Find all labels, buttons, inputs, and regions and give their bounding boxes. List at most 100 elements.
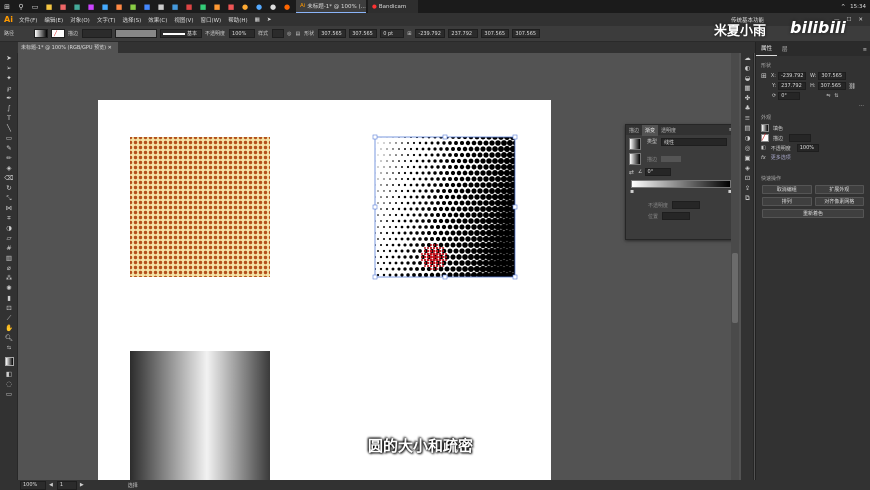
tray-icons[interactable]: ⌃: [838, 2, 848, 12]
artboard-tool-icon[interactable]: ⊡: [0, 303, 18, 313]
stroke-weight-field[interactable]: [82, 29, 113, 38]
app-icon[interactable]: ■: [226, 2, 236, 12]
brushes-icon[interactable]: ✤: [741, 93, 754, 103]
stroke-swatch[interactable]: ╱: [761, 134, 769, 142]
opacity-field[interactable]: [672, 201, 701, 209]
paintbrush-tool-icon[interactable]: ✎: [0, 143, 18, 153]
width-field[interactable]: 307.565: [318, 29, 347, 38]
rotate-tool-icon[interactable]: ↻: [0, 183, 18, 193]
layers-icon[interactable]: ◈: [741, 163, 754, 173]
brush-style-field[interactable]: 基本: [160, 29, 203, 38]
symbol-sprayer-icon[interactable]: ✺: [0, 283, 18, 293]
variable-width-field[interactable]: [115, 29, 158, 38]
perspective-grid-icon[interactable]: ▱: [0, 233, 18, 243]
expand-appearance-button[interactable]: 扩展外观: [814, 185, 864, 194]
fill-swatch[interactable]: [34, 29, 49, 38]
app-icon[interactable]: ■: [58, 2, 68, 12]
tab-layers[interactable]: 层: [777, 42, 793, 56]
y-field[interactable]: 237.792: [448, 29, 479, 38]
align-icon[interactable]: ▤: [295, 31, 300, 37]
graphic-styles-icon[interactable]: ▣: [741, 153, 754, 163]
y-field[interactable]: 237.792: [778, 82, 807, 90]
fill-stroke-toggle[interactable]: [629, 153, 641, 165]
app-icon[interactable]: ■: [72, 2, 82, 12]
h-field[interactable]: 307.565: [512, 29, 541, 38]
gradient-slider[interactable]: [631, 180, 731, 188]
scrollbar-thumb[interactable]: [732, 253, 738, 323]
appearance-icon[interactable]: ◎: [741, 143, 754, 153]
zoom-tool-icon[interactable]: 🔍︎: [0, 333, 18, 343]
layout-icon[interactable]: ▦: [255, 17, 260, 23]
app-icon[interactable]: ■: [142, 2, 152, 12]
menu-window[interactable]: 窗口(W): [200, 16, 221, 24]
artboard[interactable]: [98, 100, 551, 480]
maximize-button[interactable]: ☐: [846, 17, 851, 23]
shape-builder-icon[interactable]: ◑: [0, 223, 18, 233]
curvature-tool-icon[interactable]: ∫: [0, 103, 18, 113]
flip-horizontal-icon[interactable]: ⇋: [826, 93, 830, 99]
gradient-type-dropdown[interactable]: 线性: [661, 138, 728, 146]
transform-icon[interactable]: ⊞: [407, 31, 411, 37]
height-field[interactable]: 307.565: [349, 29, 378, 38]
direct-selection-tool-icon[interactable]: ➢: [0, 63, 18, 73]
x-field[interactable]: -239.792: [415, 29, 446, 38]
clock[interactable]: 15:34: [850, 4, 866, 10]
task-view-icon[interactable]: ▭: [30, 2, 40, 12]
gradient-panel-icon[interactable]: ▤: [741, 123, 754, 133]
fill-swatch[interactable]: [761, 124, 769, 132]
app-icon[interactable]: ■: [198, 2, 208, 12]
app-icon[interactable]: ■: [156, 2, 166, 12]
stroke-panel-icon[interactable]: ≡: [741, 113, 754, 123]
vertical-scrollbar[interactable]: [731, 53, 739, 480]
send-icon[interactable]: ➤: [267, 17, 272, 23]
magic-wand-icon[interactable]: ✦: [0, 73, 18, 83]
selection-tool-icon[interactable]: ➤: [0, 53, 18, 63]
libraries-icon[interactable]: ☁: [741, 53, 754, 63]
reference-point-icon[interactable]: ⊞: [761, 72, 767, 80]
globe-icon[interactable]: ◎: [287, 31, 291, 37]
location-field[interactable]: [662, 212, 691, 220]
opacity-field[interactable]: 100%: [796, 144, 819, 152]
artboard-number-field[interactable]: 1: [56, 480, 77, 490]
menu-view[interactable]: 视图(V): [174, 16, 193, 24]
menu-object[interactable]: 对象(O): [70, 16, 90, 24]
color-mode-icon[interactable]: ◧: [0, 369, 18, 379]
artboards-icon[interactable]: ⊡: [741, 173, 754, 183]
shaper-tool-icon[interactable]: ◈: [0, 163, 18, 173]
gradient-preview-swatch[interactable]: [629, 138, 641, 150]
ungroup-button[interactable]: 取消编组: [762, 185, 812, 194]
eyedropper-icon[interactable]: ⌀: [0, 263, 18, 273]
asset-export-icon[interactable]: ⇪: [741, 183, 754, 193]
stroke-weight-field[interactable]: [789, 134, 812, 142]
style-swatch[interactable]: [272, 29, 285, 38]
line-tool-icon[interactable]: ╲: [0, 123, 18, 133]
app-icon[interactable]: ■: [114, 2, 124, 12]
more-options-link[interactable]: 更多选项: [771, 154, 791, 161]
menu-effect[interactable]: 效果(C): [148, 16, 167, 24]
reverse-gradient-icon[interactable]: ⇄: [629, 169, 634, 176]
menu-select[interactable]: 选择(S): [122, 16, 141, 24]
swap-colors-icon[interactable]: ⇆: [0, 343, 18, 353]
app-icon[interactable]: ■: [170, 2, 180, 12]
links-icon[interactable]: ⧉: [741, 193, 754, 203]
app-icon[interactable]: ■: [100, 2, 110, 12]
fx-icon[interactable]: fx: [761, 155, 766, 161]
document-tab[interactable]: 未标题-1* @ 100% (RGB/GPU 预览) ✕: [18, 42, 118, 53]
symbols-icon[interactable]: ♣: [741, 103, 754, 113]
menu-file[interactable]: 文件(F): [19, 16, 37, 24]
hand-tool-icon[interactable]: ✋: [0, 323, 18, 333]
slice-tool-icon[interactable]: ⟋: [0, 313, 18, 323]
stroke-options[interactable]: [661, 156, 682, 162]
gradient-tool-icon[interactable]: ▥: [0, 253, 18, 263]
recolor-button[interactable]: 重新着色: [762, 209, 864, 218]
eraser-tool-icon[interactable]: ⌫: [0, 173, 18, 183]
orange-halftone-square[interactable]: [130, 137, 270, 277]
menu-type[interactable]: 文字(T): [97, 16, 116, 24]
draw-mode-icon[interactable]: ◌: [0, 379, 18, 389]
explorer-icon[interactable]: ■: [44, 2, 54, 12]
type-tool-icon[interactable]: T: [0, 113, 18, 123]
menu-edit[interactable]: 编辑(E): [44, 16, 63, 24]
app-icon[interactable]: ■: [86, 2, 96, 12]
taskbar-app-illustrator[interactable]: Ai 未标题-1* @ 100% (...: [296, 0, 366, 13]
blend-tool-icon[interactable]: ⁂: [0, 273, 18, 283]
